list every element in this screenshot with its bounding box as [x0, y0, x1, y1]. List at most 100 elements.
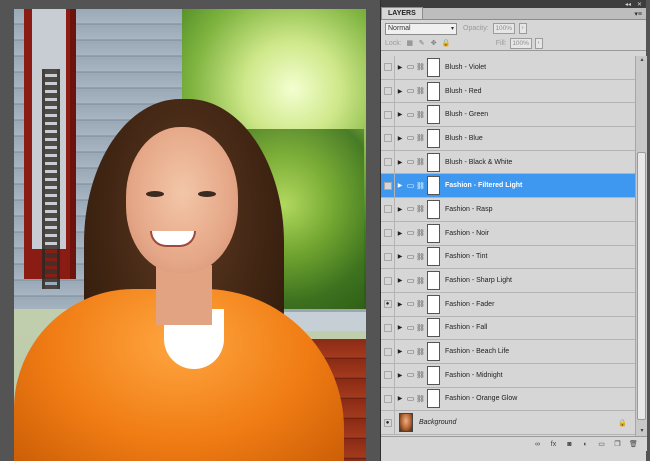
image-canvas[interactable]	[14, 9, 366, 461]
visibility-off-icon[interactable]	[383, 205, 392, 214]
expand-triangle-icon[interactable]: ▶	[395, 253, 405, 260]
lock-all-icon[interactable]: 🔒	[442, 40, 451, 48]
expand-triangle-icon[interactable]: ▶	[395, 159, 405, 166]
visibility-toggle[interactable]	[381, 316, 395, 340]
scroll-down-icon[interactable]: ▾	[636, 427, 648, 436]
chain-link-icon[interactable]: ⛓	[416, 277, 425, 285]
visibility-off-icon[interactable]	[383, 87, 392, 96]
layer-mask-thumbnail[interactable]	[427, 176, 440, 196]
visibility-off-icon[interactable]	[383, 63, 392, 72]
expand-triangle-icon[interactable]: ▶	[395, 324, 405, 331]
visibility-toggle[interactable]	[381, 387, 395, 411]
new-group-icon[interactable]: ▭	[596, 440, 607, 449]
layer-mask-thumbnail[interactable]	[427, 318, 440, 338]
chain-link-icon[interactable]: ⛓	[416, 158, 425, 166]
chain-link-icon[interactable]: ⛓	[416, 300, 425, 308]
expand-triangle-icon[interactable]: ▶	[395, 395, 405, 402]
chain-link-icon[interactable]: ⛓	[416, 371, 425, 379]
visibility-off-icon[interactable]	[383, 181, 392, 190]
new-layer-icon[interactable]: ❐	[612, 440, 623, 449]
chain-link-icon[interactable]: ⛓	[416, 324, 425, 332]
visibility-toggle[interactable]	[381, 340, 395, 363]
visibility-toggle[interactable]	[381, 56, 395, 79]
expand-triangle-icon[interactable]: ▶	[395, 348, 405, 355]
expand-triangle-icon[interactable]: ▶	[395, 64, 405, 71]
expand-triangle-icon[interactable]: ▶	[395, 135, 405, 142]
layer-row[interactable]: ▶ ▭ ⛓ Fashion - Noir	[381, 221, 635, 246]
layer-mask-thumbnail[interactable]	[427, 342, 440, 362]
layer-row[interactable]: ▶ ▭ ⛓ Fashion - Filtered Light	[381, 174, 635, 199]
chain-link-icon[interactable]: ⛓	[416, 63, 425, 71]
visibility-off-icon[interactable]	[383, 323, 392, 332]
layer-row[interactable]: ▶ ▭ ⛓ Blush - Blue	[381, 127, 635, 151]
scroll-up-icon[interactable]: ▴	[636, 56, 648, 65]
visibility-toggle[interactable]: ●	[381, 411, 395, 434]
expand-triangle-icon[interactable]: ▶	[395, 111, 405, 118]
layer-row[interactable]: ▶ ▭ ⛓ Blush - Green	[381, 103, 635, 128]
visibility-toggle[interactable]	[381, 150, 395, 174]
expand-triangle-icon[interactable]: ▶	[395, 277, 405, 284]
layer-mask-thumbnail[interactable]	[427, 81, 440, 101]
visibility-toggle[interactable]	[381, 103, 395, 127]
layer-mask-thumbnail[interactable]	[427, 223, 440, 243]
visibility-toggle[interactable]	[381, 245, 395, 269]
visibility-toggle[interactable]: ●	[381, 292, 395, 316]
collapse-icon[interactable]: ◂◂	[625, 1, 631, 8]
panel-menu-icon[interactable]: ▾≡	[634, 10, 642, 18]
blend-mode-select[interactable]: Normal ▾	[385, 22, 457, 35]
layer-mask-thumbnail[interactable]	[427, 294, 440, 314]
layer-row[interactable]: ▶ ▭ ⛓ Blush - Red	[381, 79, 635, 104]
chain-link-icon[interactable]: ⛓	[416, 134, 425, 142]
visibility-off-icon[interactable]	[383, 252, 392, 261]
expand-triangle-icon[interactable]: ▶	[395, 206, 405, 213]
lock-transparency-icon[interactable]: ▦	[406, 40, 414, 48]
expand-triangle-icon[interactable]: ▶	[395, 182, 405, 189]
chain-link-icon[interactable]: ⛓	[416, 253, 425, 261]
visibility-toggle[interactable]	[381, 198, 395, 221]
layer-row[interactable]: ▶ ▭ ⛓ Fashion - Orange Glow	[381, 387, 635, 412]
visibility-toggle[interactable]	[381, 221, 395, 245]
layer-thumbnail[interactable]	[399, 413, 413, 433]
chain-link-icon[interactable]: ⛓	[416, 205, 425, 213]
visibility-toggle[interactable]	[381, 127, 395, 150]
fill-field[interactable]: 100%	[509, 38, 532, 49]
expand-triangle-icon[interactable]: ▶	[395, 230, 405, 237]
visibility-off-icon[interactable]	[383, 394, 392, 403]
opacity-stepper[interactable]: ›	[518, 23, 527, 34]
add-mask-icon[interactable]: ◙	[564, 440, 575, 449]
visibility-toggle[interactable]	[381, 174, 395, 198]
chain-link-icon[interactable]: ⛓	[416, 395, 425, 403]
chain-link-icon[interactable]: ⛓	[416, 348, 425, 356]
expand-triangle-icon[interactable]: ▶	[395, 301, 405, 308]
expand-triangle-icon[interactable]: ▶	[395, 88, 405, 95]
layer-mask-thumbnail[interactable]	[427, 389, 440, 409]
adjustment-layer-icon[interactable]: ◐	[580, 440, 591, 449]
visibility-off-icon[interactable]	[383, 110, 392, 119]
visibility-off-icon[interactable]	[383, 371, 392, 380]
lock-pixels-icon[interactable]: ✎	[418, 40, 426, 48]
chain-link-icon[interactable]: ⛓	[416, 182, 425, 190]
layer-style-icon[interactable]: fx	[548, 440, 559, 449]
layer-list-scrollbar[interactable]: ▴ ▾	[635, 56, 647, 436]
tab-layers[interactable]: LAYERS	[381, 7, 423, 19]
layer-row[interactable]: ▶ ▭ ⛓ Fashion - Rasp	[381, 198, 635, 222]
chain-link-icon[interactable]: ⛓	[416, 87, 425, 95]
layer-mask-thumbnail[interactable]	[427, 365, 440, 385]
visibility-toggle[interactable]	[381, 363, 395, 387]
layer-mask-thumbnail[interactable]	[427, 105, 440, 125]
layer-row[interactable]: ▶ ▭ ⛓ Fashion - Tint	[381, 245, 635, 270]
visibility-off-icon[interactable]	[383, 158, 392, 167]
visibility-toggle[interactable]	[381, 269, 395, 292]
chain-link-icon[interactable]: ⛓	[416, 229, 425, 237]
layer-mask-thumbnail[interactable]	[427, 199, 440, 219]
close-panel-icon[interactable]: ✕	[637, 1, 642, 8]
layer-row[interactable]: ▶ ▭ ⛓ Blush - Black & White	[381, 150, 635, 175]
opacity-field[interactable]: 100%	[492, 23, 515, 34]
layer-row[interactable]: ▶ ▭ ⛓ Fashion - Beach Life	[381, 340, 635, 364]
layer-row[interactable]: ▶ ▭ ⛓ Fashion - Midnight	[381, 363, 635, 388]
layer-row[interactable]: ▶ ▭ ⛓ Fashion - Sharp Light	[381, 269, 635, 293]
background-layer-row[interactable]: ● Background 🔒	[381, 411, 635, 435]
layer-mask-thumbnail[interactable]	[427, 247, 440, 267]
layer-row[interactable]: ▶ ▭ ⛓ Blush - Violet	[381, 56, 635, 80]
layer-row[interactable]: ● ▶ ▭ ⛓ Fashion - Fader	[381, 292, 635, 317]
